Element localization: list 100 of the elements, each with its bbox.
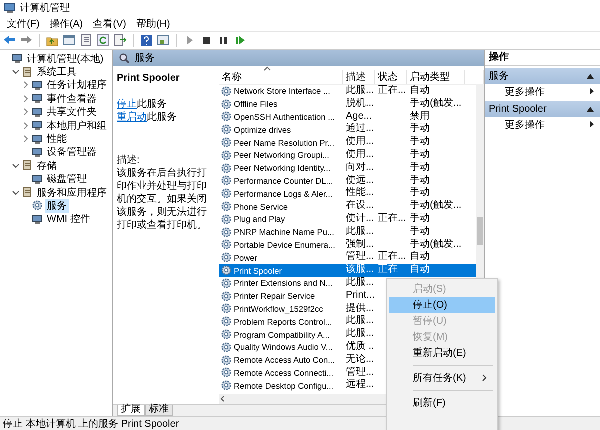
table-cell: 无论... bbox=[346, 354, 374, 365]
tree-item[interactable]: 存储 bbox=[35, 158, 59, 173]
service-row[interactable]: Performance Logs & Aler... 性能... 手动 bbox=[219, 187, 476, 200]
computer-icon bbox=[32, 146, 43, 158]
service-row[interactable]: Portable Device Enumera... 强制... 手动(触发... bbox=[219, 238, 476, 252]
view-tab[interactable]: 标准 bbox=[145, 405, 173, 416]
page-icon[interactable] bbox=[80, 34, 93, 47]
column-header[interactable]: 描述 bbox=[346, 70, 366, 84]
menu-item[interactable]: 所有任务(K) bbox=[389, 370, 495, 386]
gear-icon bbox=[221, 278, 232, 289]
gear-icon bbox=[221, 111, 232, 122]
column-header[interactable]: 状态 bbox=[378, 70, 398, 84]
service-row[interactable]: Peer Networking Identity... 向对... 手动 bbox=[219, 162, 476, 175]
table-cell: 正在... bbox=[378, 85, 406, 96]
table-cell: 自动 bbox=[410, 251, 430, 262]
tree-item[interactable]: 本地用户和组 bbox=[45, 118, 109, 133]
tree-item[interactable]: 服务 bbox=[45, 199, 69, 213]
back-icon[interactable] bbox=[3, 34, 16, 47]
computer-icon bbox=[12, 53, 23, 64]
menu-item[interactable]: 操作(A) bbox=[44, 16, 88, 30]
table-cell: 手动 bbox=[410, 162, 430, 173]
scroll-left-icon[interactable] bbox=[219, 395, 227, 403]
tree-item[interactable]: 性能 bbox=[45, 132, 69, 146]
menu-item[interactable]: 重新启动(E) bbox=[389, 345, 495, 361]
gear-icon bbox=[221, 137, 232, 148]
submenu-arrow-icon bbox=[590, 121, 594, 128]
column-header[interactable]: 启动类型 bbox=[410, 70, 450, 84]
service-link[interactable]: 停止 bbox=[117, 99, 137, 110]
table-cell: 此服... bbox=[346, 328, 374, 340]
service-row[interactable]: Peer Networking Groupi... 使用... 手动 bbox=[219, 148, 476, 162]
menu-item[interactable]: 停止(O) bbox=[389, 297, 495, 313]
help-icon[interactable] bbox=[140, 34, 153, 47]
forward-icon[interactable] bbox=[20, 34, 33, 47]
service-row[interactable]: OpenSSH Authentication ... Age... 禁用 bbox=[219, 110, 476, 124]
service-name: Phone Service bbox=[234, 202, 288, 212]
table-cell: 使远... bbox=[346, 174, 374, 186]
service-row[interactable]: Peer Name Resolution Pr... 使用... 手动 bbox=[219, 136, 476, 149]
refresh-icon[interactable] bbox=[97, 34, 110, 47]
service-name: Peer Networking Groupi... bbox=[234, 150, 330, 160]
scrollbar-thumb[interactable] bbox=[477, 217, 483, 245]
table-cell: 手动(触发... bbox=[410, 238, 462, 250]
menu-item[interactable]: 查看(V) bbox=[88, 16, 132, 30]
tree-item[interactable]: 服务和应用程序 bbox=[35, 186, 109, 200]
table-cell: 正在... bbox=[378, 212, 406, 224]
service-row[interactable]: Plug and Play 使计... 正在... 手动 bbox=[219, 212, 476, 226]
tree-item[interactable]: 任务计划程序 bbox=[45, 78, 109, 92]
tree-item[interactable]: 系统工具 bbox=[35, 65, 79, 80]
column-header[interactable]: 名称 bbox=[222, 70, 242, 84]
menu-item[interactable]: 文件(F) bbox=[2, 16, 45, 30]
window-icon[interactable] bbox=[157, 34, 170, 47]
service-name: PNRP Machine Name Pu... bbox=[234, 227, 334, 238]
collapse-triangle-icon[interactable] bbox=[587, 106, 594, 112]
table-cell: 使用... bbox=[346, 148, 374, 160]
action-item[interactable]: 更多操作 bbox=[505, 118, 545, 132]
tree-item[interactable]: 计算机管理(本地) bbox=[25, 52, 106, 66]
tree-item[interactable]: 共享文件夹 bbox=[45, 105, 99, 120]
window-icon[interactable] bbox=[63, 34, 76, 47]
gear-icon bbox=[221, 124, 232, 136]
gear-icon bbox=[221, 98, 232, 110]
service-name: Printer Repair Service bbox=[234, 291, 316, 302]
action-item[interactable]: 更多操作 bbox=[505, 84, 545, 98]
service-link[interactable]: 重启动 bbox=[117, 112, 147, 123]
service-row[interactable]: Phone Service 在设... 手动(触发... bbox=[219, 200, 476, 213]
stop-icon[interactable] bbox=[200, 34, 213, 47]
service-row[interactable]: Performance Counter DL... 使远... 手动 bbox=[219, 174, 476, 188]
service-row[interactable]: PNRP Machine Name Pu... 此服... 手动 bbox=[219, 226, 476, 239]
menu-item[interactable]: 刷新(F) bbox=[389, 395, 495, 411]
tree-item[interactable]: 设备管理器 bbox=[45, 145, 99, 160]
description-text: 该服务在后台执行打印作业并处理与打印机的交互。如果关闭该服务，则无法进行打印或查看打印机。 bbox=[117, 167, 208, 232]
table-cell: 管理... bbox=[346, 251, 374, 262]
gear-icon bbox=[221, 214, 232, 225]
export-icon[interactable] bbox=[114, 34, 127, 47]
service-name: OpenSSH Authentication ... bbox=[234, 112, 336, 122]
restart-icon[interactable] bbox=[234, 34, 247, 47]
gear-icon bbox=[221, 86, 232, 97]
table-cell: 此服... bbox=[346, 276, 374, 288]
service-name: Offline Files bbox=[234, 99, 278, 110]
table-cell: 此服... bbox=[346, 226, 374, 237]
view-tab[interactable]: 扩展 bbox=[117, 405, 145, 416]
table-cell: 正在 bbox=[378, 264, 398, 276]
gear-icon bbox=[221, 175, 232, 186]
menu-item[interactable]: 帮助(H) bbox=[131, 16, 176, 30]
action-sentence: 停止此服务 bbox=[117, 98, 168, 111]
service-row[interactable]: Power 管理... 正在... 自动 bbox=[219, 251, 476, 264]
computer-icon bbox=[32, 106, 43, 118]
service-row[interactable]: Optimize drives 通过... 手动 bbox=[219, 123, 476, 136]
table-cell: 脱机... bbox=[346, 98, 374, 109]
tree-item[interactable]: WMI 控件 bbox=[45, 212, 92, 226]
table-cell: 手动 bbox=[410, 212, 430, 224]
tree-item[interactable]: 事件查看器 bbox=[45, 92, 99, 106]
service-name: Portable Device Enumera... bbox=[234, 240, 336, 250]
tree-item[interactable]: 磁盘管理 bbox=[45, 172, 89, 186]
action-sentence: 重启动此服务 bbox=[117, 111, 178, 124]
service-name: Peer Name Resolution Pr... bbox=[234, 138, 335, 148]
service-name: Remote Access Connecti... bbox=[234, 368, 334, 378]
pane-title: 服务 bbox=[135, 52, 155, 65]
pause-icon[interactable] bbox=[217, 34, 230, 47]
service-row[interactable]: Network Store Interface ... 此服... 正在... 自动 bbox=[219, 85, 476, 98]
service-row[interactable]: Offline Files 脱机... 手动(触发... bbox=[219, 98, 476, 111]
collapse-triangle-icon[interactable] bbox=[587, 74, 594, 78]
